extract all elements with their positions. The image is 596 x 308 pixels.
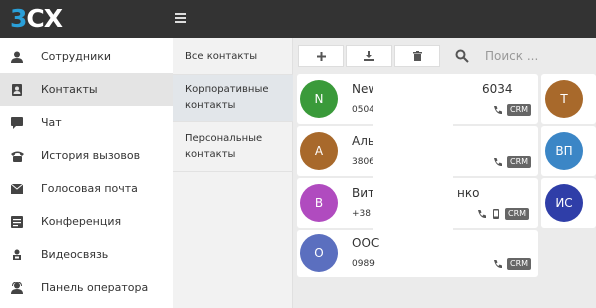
- crm-badge[interactable]: CRM: [507, 104, 532, 116]
- sidebar-item-chat[interactable]: Чат: [0, 106, 173, 139]
- sidebar-item-label: Конференция: [41, 215, 122, 228]
- download-icon: [364, 51, 374, 61]
- plus-icon: [316, 51, 326, 61]
- operator-panel-icon: [10, 281, 24, 295]
- sidebar-item-label: Панель оператора: [41, 281, 149, 294]
- contact-name-end: нко: [457, 186, 480, 200]
- crm-badge[interactable]: CRM: [505, 208, 530, 220]
- video-icon: [10, 248, 24, 262]
- sidebar-item-label: Голосовая почта: [41, 182, 138, 195]
- contact-name-end: 6034: [482, 82, 513, 96]
- sidebar-item-label: Чат: [41, 116, 62, 129]
- sidebar-item-call-history[interactable]: История вызовов: [0, 139, 173, 172]
- contact-name: Аль: [352, 134, 375, 148]
- sidebar-item-label: Видеосвязь: [41, 248, 109, 261]
- menu-icon[interactable]: [175, 13, 186, 23]
- subnav-all-contacts[interactable]: Все контакты: [173, 38, 293, 75]
- contact-card[interactable]: О ООС 0989 CRM: [297, 230, 538, 277]
- sidebar-item-operator-panel[interactable]: Панель оператора: [0, 271, 173, 304]
- mobile-icon[interactable]: [491, 209, 501, 219]
- logo[interactable]: 3CX: [10, 4, 63, 33]
- sidebar-item-voicemail[interactable]: Голосовая почта: [0, 172, 173, 205]
- top-bar: 3CX: [0, 0, 596, 38]
- import-button[interactable]: [346, 45, 392, 67]
- sidebar-item-employees[interactable]: Сотрудники: [0, 40, 173, 73]
- phone-icon[interactable]: [493, 105, 503, 115]
- avatar: A: [300, 132, 338, 170]
- subnav-corporate-contacts[interactable]: Корпоративные контакты: [173, 75, 293, 122]
- sidebar-item-video[interactable]: Видеосвязь: [0, 238, 173, 271]
- add-contact-button[interactable]: [298, 45, 344, 67]
- contact-name: Вит: [352, 186, 376, 200]
- sidebar-item-label: Контакты: [41, 83, 98, 96]
- chat-icon: [10, 116, 24, 130]
- overlay-panel: [373, 82, 453, 230]
- avatar: О: [300, 234, 338, 272]
- avatar: В: [300, 184, 338, 222]
- sidebar-item-label: Сотрудники: [41, 50, 112, 63]
- contact-card[interactable]: ВП: [541, 126, 596, 176]
- avatar: T: [545, 80, 583, 118]
- contact-phone: +38: [352, 209, 371, 219]
- contacts-subnav: Все контакты Корпоративные контакты Перс…: [173, 38, 293, 308]
- phone-icon[interactable]: [493, 259, 503, 269]
- subnav-label: Персональные контакты: [185, 133, 263, 160]
- sidebar: Сотрудники Контакты Чат История вызовов …: [0, 38, 173, 308]
- crm-badge[interactable]: CRM: [507, 156, 532, 168]
- contact-name: ООС: [352, 236, 380, 250]
- phone-icon[interactable]: [493, 157, 503, 167]
- trash-icon: [412, 51, 422, 61]
- user-icon: [10, 50, 24, 64]
- contact-phone: 3806: [352, 157, 375, 167]
- phone-history-icon: [10, 149, 24, 163]
- subnav-label: Корпоративные контакты: [185, 84, 269, 111]
- phone-icon[interactable]: [477, 209, 487, 219]
- crm-badge[interactable]: CRM: [507, 258, 532, 270]
- avatar: N: [300, 80, 338, 118]
- subnav-label: Все контакты: [185, 51, 258, 62]
- sidebar-item-conference[interactable]: Конференция: [0, 205, 173, 238]
- search-input[interactable]: [485, 46, 595, 66]
- subnav-personal-contacts[interactable]: Персональные контакты: [173, 122, 293, 172]
- envelope-icon: [10, 182, 24, 196]
- contact-phone: 0504: [352, 105, 375, 115]
- conference-icon: [10, 215, 24, 229]
- search-icon: [455, 49, 469, 63]
- contacts-icon: [10, 83, 24, 97]
- delete-button[interactable]: [394, 45, 440, 67]
- sidebar-item-label: История вызовов: [41, 149, 141, 162]
- avatar: ИС: [545, 184, 583, 222]
- sidebar-item-contacts[interactable]: Контакты: [0, 73, 173, 106]
- avatar: ВП: [545, 132, 583, 170]
- contact-phone: 0989: [352, 259, 375, 269]
- contact-card[interactable]: T: [541, 74, 596, 124]
- contact-card[interactable]: ИС: [541, 178, 596, 228]
